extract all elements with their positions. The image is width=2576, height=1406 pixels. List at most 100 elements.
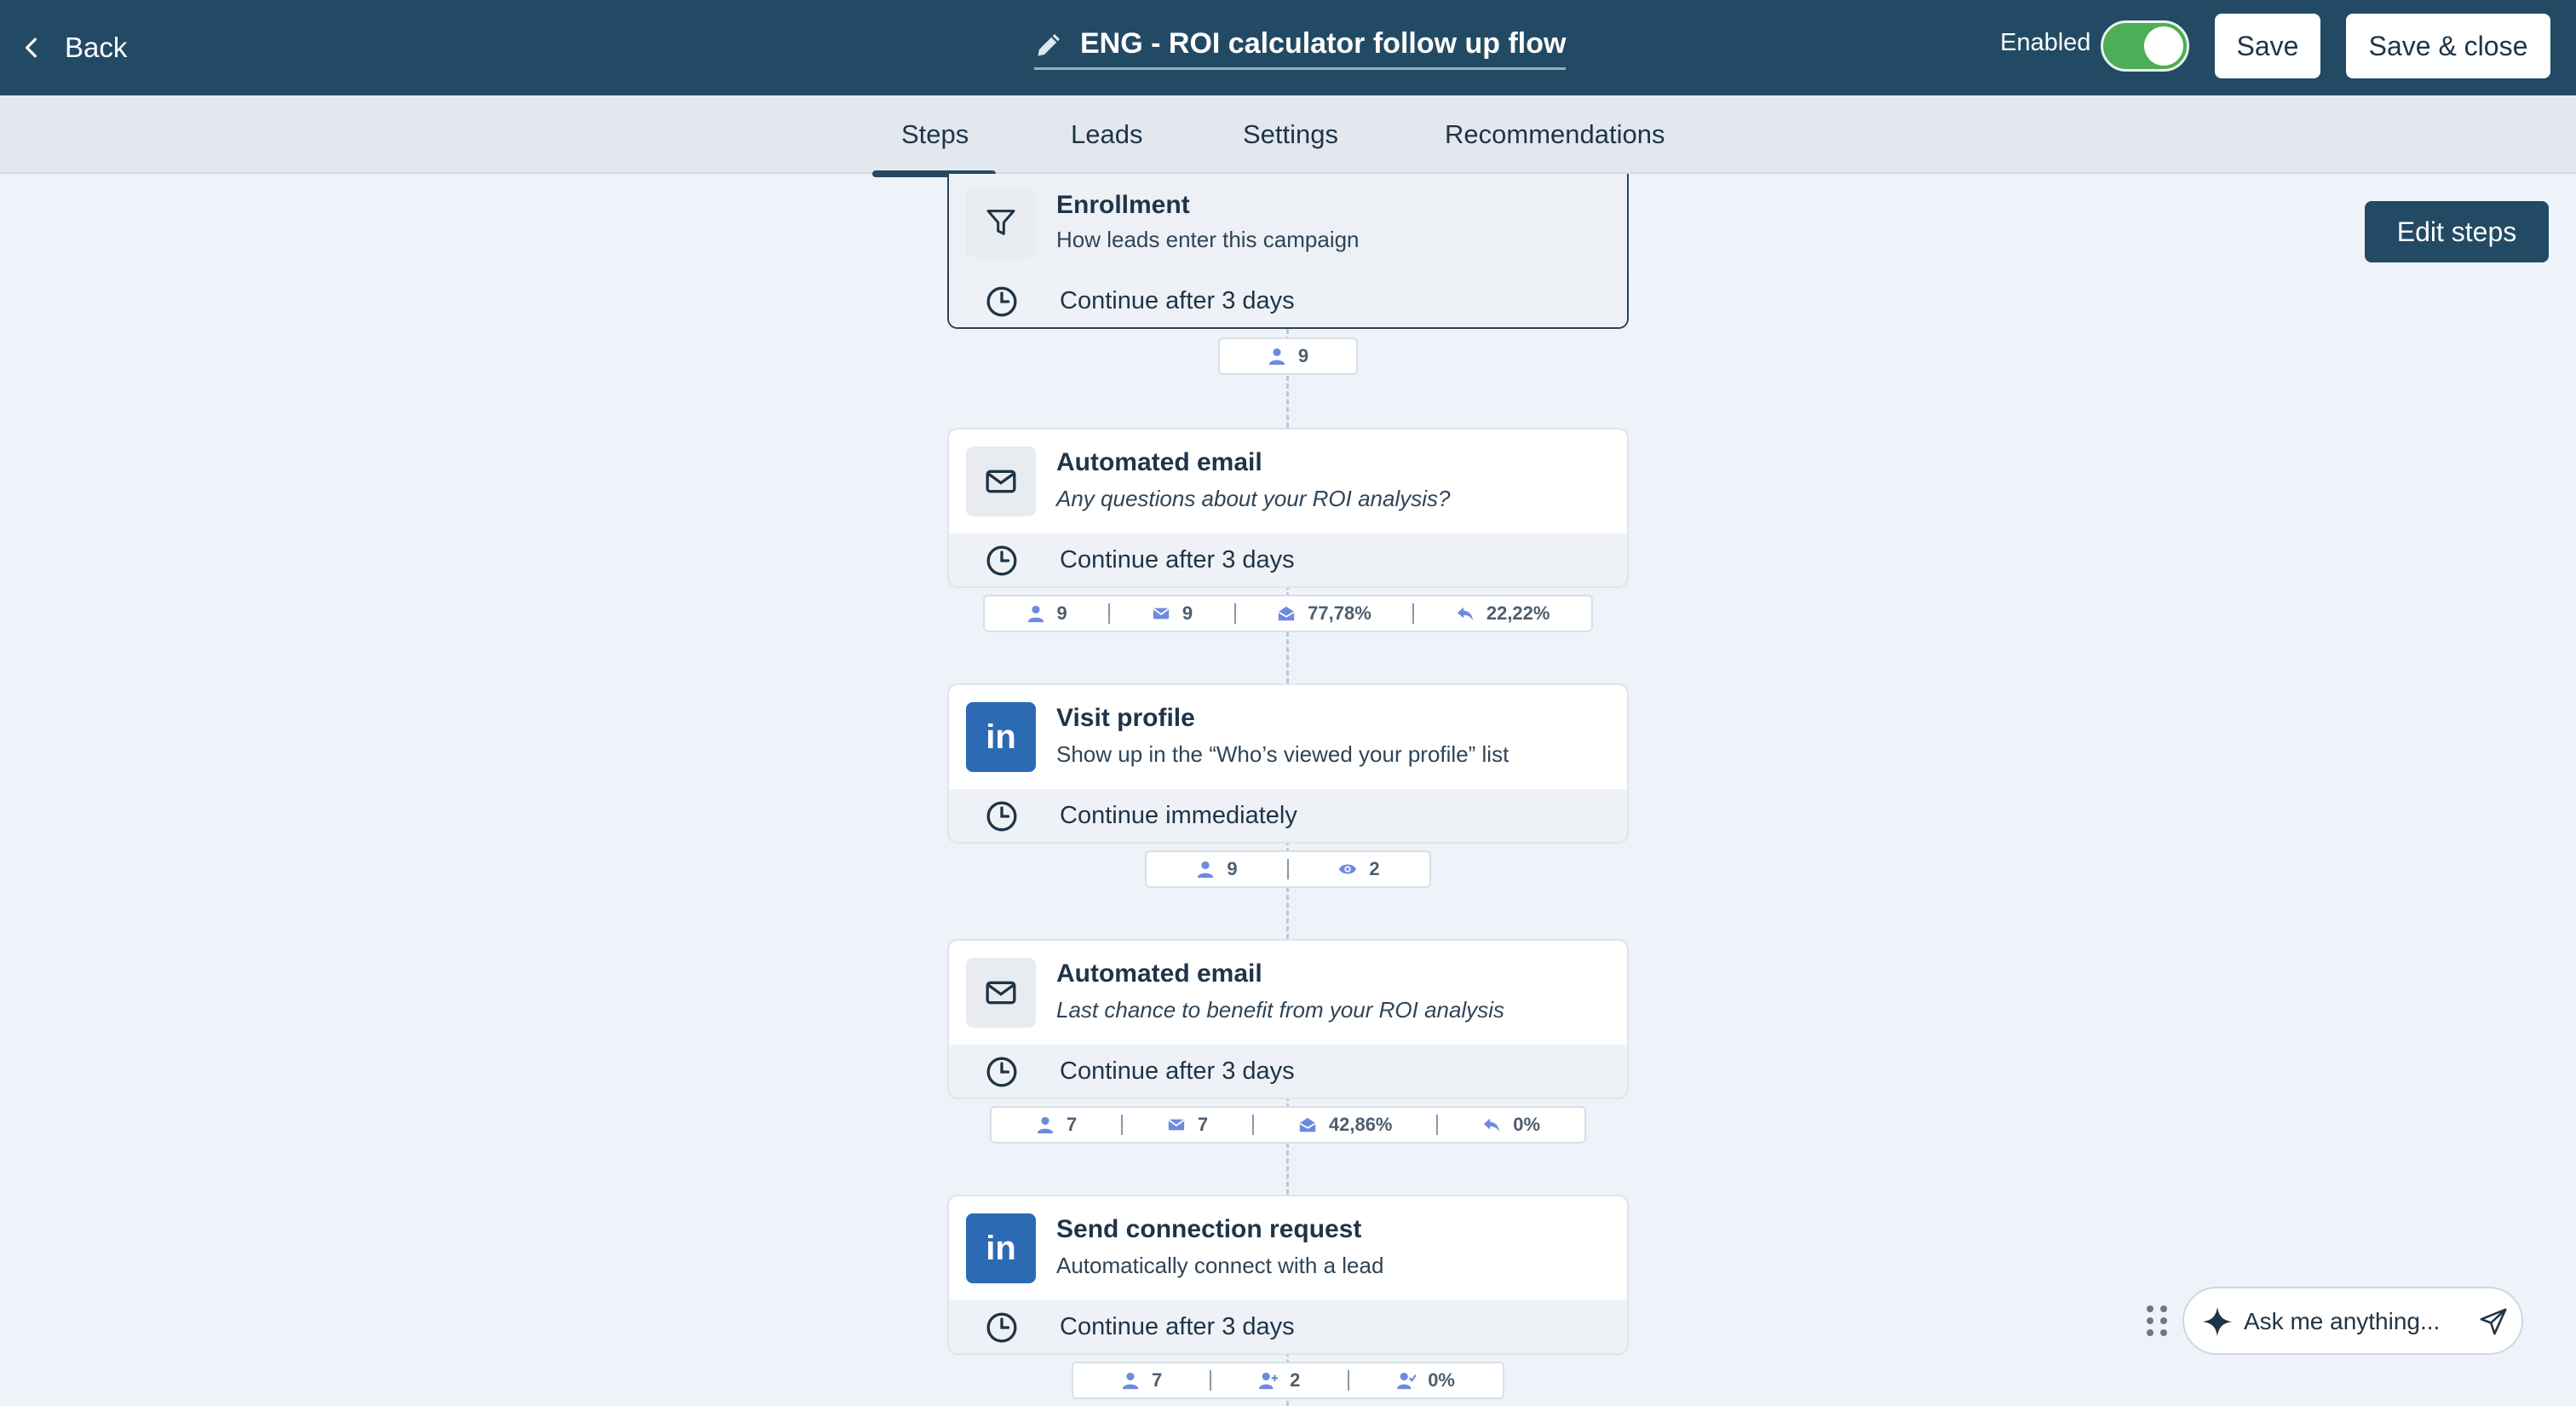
step-delay-label: Continue after 3 days (1060, 286, 1295, 314)
stat-value: 7 (1197, 1114, 1209, 1135)
step-title: Automated email (1056, 448, 1262, 476)
save-button[interactable]: Save (2215, 14, 2320, 78)
step-title: Automated email (1056, 959, 1262, 988)
step-delay: Continue immediately (949, 789, 1627, 842)
stat-divider (1412, 603, 1415, 624)
campaign-title[interactable]: ENG - ROI calculator follow up flow (1034, 22, 1567, 70)
step-title: Visit profile (1056, 704, 1195, 732)
page-title: ENG - ROI calculator follow up flow (1080, 27, 1567, 60)
stat-value: 9 (1227, 858, 1238, 879)
step-delay-label: Continue immediately (1060, 801, 1297, 829)
stat-value: 77,78% (1308, 602, 1371, 624)
assistant-bar[interactable] (2182, 1287, 2523, 1355)
linkedin-icon: in (986, 1229, 1016, 1267)
linkedin-icon: in (986, 717, 1016, 756)
stat-value: 2 (1290, 1369, 1301, 1391)
chevron-left-icon (25, 37, 37, 58)
stat-opened: 77,78% (1277, 602, 1371, 625)
step-delay-label: Continue after 3 days (1060, 545, 1295, 573)
step-subtitle: Show up in the “Who’s viewed your profil… (1056, 741, 1509, 767)
stat-value: 0% (1428, 1369, 1455, 1391)
stat-viewed: 2 (1338, 858, 1380, 880)
mail-icon (986, 981, 1016, 1005)
back-button[interactable]: Back (20, 22, 127, 73)
stat-value: 9 (1297, 345, 1309, 366)
clock-icon (986, 545, 1017, 576)
step-card-visit-profile[interactable]: in Visit profile Show up in the “Who’s v… (947, 683, 1629, 844)
tab-recommendations[interactable]: Recommendations (1445, 95, 1665, 174)
step-subtitle: Any questions about your ROI analysis? (1056, 486, 1451, 511)
stat-value: 22,22% (1486, 602, 1550, 624)
step-delay: Continue after 3 days (949, 1300, 1627, 1353)
person-icon (1198, 861, 1214, 879)
opened-mail-icon (1278, 606, 1295, 621)
stat-divider (1436, 1115, 1439, 1135)
step-delay-label: Continue after 3 days (1060, 1057, 1295, 1085)
reply-icon (1457, 607, 1474, 621)
filter-icon (986, 210, 1015, 235)
stat-replied: 22,22% (1456, 602, 1550, 625)
step-stats: 9 9 77,78% 22,22% (983, 595, 1593, 632)
step-subtitle: Last chance to benefit from your ROI ana… (1056, 997, 1505, 1023)
stat-value: 0% (1513, 1114, 1541, 1135)
step-title: Enrollment (1056, 191, 1190, 219)
stat-value: 7 (1151, 1369, 1163, 1391)
stat-replied: 0% (1482, 1114, 1540, 1136)
enabled-toggle[interactable] (2101, 20, 2189, 72)
top-bar: Back ENG - ROI calculator follow up flow… (0, 0, 2576, 95)
person-check-icon (1397, 1372, 1417, 1390)
back-label: Back (65, 32, 128, 63)
stat-leads: 9 (1026, 602, 1067, 625)
step-stats: 7 2 0% (1072, 1362, 1504, 1399)
stat-accepted: 0% (1397, 1369, 1455, 1392)
step-card-enrollment[interactable]: Enrollment How leads enter this campaign… (947, 174, 1629, 329)
clock-icon (986, 801, 1017, 832)
stat-divider (1210, 1370, 1212, 1391)
person-icon (1037, 1116, 1054, 1134)
stat-leads: 7 (1121, 1369, 1162, 1392)
tab-leads[interactable]: Leads (1071, 95, 1142, 174)
person-plus-icon (1259, 1372, 1279, 1390)
stat-leads: 9 (1196, 858, 1238, 880)
step-card-email[interactable]: Automated email Any questions about your… (947, 428, 1629, 588)
step-card-connection-request[interactable]: in Send connection request Automatically… (947, 1195, 1629, 1355)
stat-value: 42,86% (1328, 1114, 1393, 1135)
mail-icon (986, 470, 1016, 493)
tab-settings[interactable]: Settings (1243, 95, 1338, 174)
step-icon-box (966, 958, 1036, 1028)
step-delay-label: Continue after 3 days (1060, 1312, 1295, 1340)
clock-icon (986, 1057, 1017, 1087)
stat-divider (1348, 1370, 1350, 1391)
stat-value: 9 (1182, 602, 1193, 624)
step-icon-box (966, 447, 1036, 516)
drag-handle-icon[interactable] (2143, 1304, 2171, 1338)
step-stats: 7 7 42,86% 0% (990, 1106, 1586, 1144)
assistant-input[interactable] (2244, 1300, 2457, 1343)
stat-leads: 7 (1036, 1114, 1077, 1136)
stat-divider (1121, 1115, 1123, 1135)
person-icon (1122, 1372, 1139, 1390)
step-title: Send connection request (1056, 1215, 1362, 1243)
send-icon[interactable] (2479, 1307, 2508, 1336)
person-icon (1027, 605, 1044, 623)
stat-sent: 7 (1167, 1114, 1208, 1136)
step-card-email[interactable]: Automated email Last chance to benefit f… (947, 939, 1629, 1099)
stat-opened: 42,86% (1298, 1114, 1393, 1136)
person-icon (1268, 348, 1285, 366)
tab-steps[interactable]: Steps (871, 95, 997, 177)
sent-mail-icon (1153, 608, 1170, 619)
clock-icon (986, 1312, 1017, 1343)
stat-value: 2 (1369, 858, 1380, 879)
step-delay: Continue after 3 days (949, 1045, 1627, 1098)
edit-steps-button[interactable]: Edit steps (2365, 201, 2549, 262)
tab-bar: Steps Leads Settings Recommendations (0, 95, 2576, 177)
stat-leads: 9 (1268, 345, 1308, 367)
stat-divider (1233, 603, 1236, 624)
sent-mail-icon (1168, 1119, 1185, 1131)
step-delay: Continue after 3 days (949, 533, 1627, 586)
save-and-close-button[interactable]: Save & close (2346, 14, 2550, 78)
stat-requests: 2 (1259, 1369, 1300, 1392)
step-subtitle: Automatically connect with a lead (1056, 1253, 1384, 1278)
stat-divider (1287, 859, 1289, 879)
step-delay: Continue after 3 days (949, 274, 1627, 327)
